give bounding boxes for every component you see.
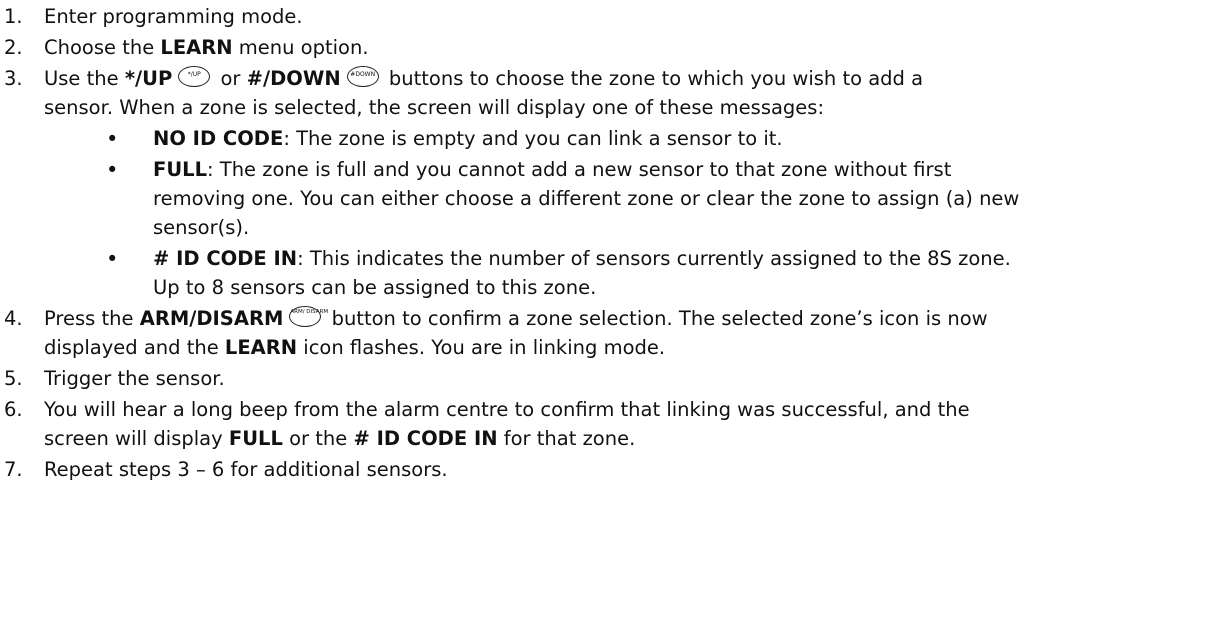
step-1: 1. Enter programming mode.	[0, 2, 1207, 32]
step-4-continuation: displayed and the LEARN icon flashes. Yo…	[44, 336, 666, 359]
step-number: 2.	[4, 36, 23, 59]
bullet-id-code-in: • # ID CODE IN: This indicates the numbe…	[0, 244, 1207, 274]
arm-disarm-key-icon: ARM/ DISARM	[289, 306, 328, 327]
step-text: Choose the LEARN menu option.	[44, 36, 369, 59]
up-button-label: */UP	[124, 67, 173, 90]
step-4: 4. Press the ARM/DISARM ARM/ DISARM butto…	[0, 304, 1207, 334]
bullet-icon: •	[106, 247, 119, 271]
step-text: Repeat steps 3 – 6 for additional sensor…	[44, 458, 448, 481]
down-button-label: #/DOWN	[246, 67, 341, 90]
step-6-continuation: screen will display FULL or the # ID COD…	[44, 427, 636, 450]
arm-disarm-label: ARM/DISARM	[139, 307, 284, 330]
step-3-continuation: sensor. When a zone is selected, the scr…	[44, 96, 825, 119]
step-text: Trigger the sensor.	[44, 367, 225, 390]
bullet-no-id-code: • NO ID CODE: The zone is empty and you …	[0, 124, 1207, 154]
step-3: 3. Use the */UP */UP or #/DOWN #DOWN butto…	[0, 64, 1207, 94]
step-number: 4.	[4, 307, 23, 330]
bullet-id-code-in-continuation: Up to 8 sensors can be assigned to this …	[153, 276, 597, 299]
step-5: 5. Trigger the sensor.	[0, 364, 1207, 394]
step-7: 7. Repeat steps 3 – 6 for additional sen…	[0, 455, 1207, 485]
bullet-icon: •	[106, 127, 119, 151]
bullet-full-continuation: sensor(s).	[153, 216, 250, 239]
learn-menu-label: LEARN	[160, 36, 233, 59]
step-text: Press the ARM/DISARM ARM/ DISARM button t…	[44, 306, 988, 330]
step-2: 2. Choose the LEARN menu option.	[0, 33, 1207, 63]
down-key-icon: #DOWN	[346, 66, 379, 87]
bullet-icon: •	[106, 158, 119, 182]
step-number: 5.	[4, 367, 23, 390]
step-number: 1.	[4, 5, 23, 28]
step-number: 6.	[4, 398, 23, 421]
bullet-full: • FULL: The zone is full and you cannot …	[0, 155, 1207, 185]
step-text: You will hear a long beep from the alarm…	[44, 398, 970, 421]
instruction-document: 1. Enter programming mode. 2. Choose the…	[0, 0, 1213, 628]
step-6: 6. You will hear a long beep from the al…	[0, 395, 1207, 425]
up-key-icon: */UP	[178, 66, 211, 87]
step-number: 7.	[4, 458, 23, 481]
bullet-full-continuation: removing one. You can either choose a di…	[153, 187, 1020, 210]
step-text: Enter programming mode.	[44, 5, 303, 28]
step-number: 3.	[4, 67, 23, 90]
step-text: Use the */UP */UP or #/DOWN #DOWN buttons …	[44, 66, 924, 90]
